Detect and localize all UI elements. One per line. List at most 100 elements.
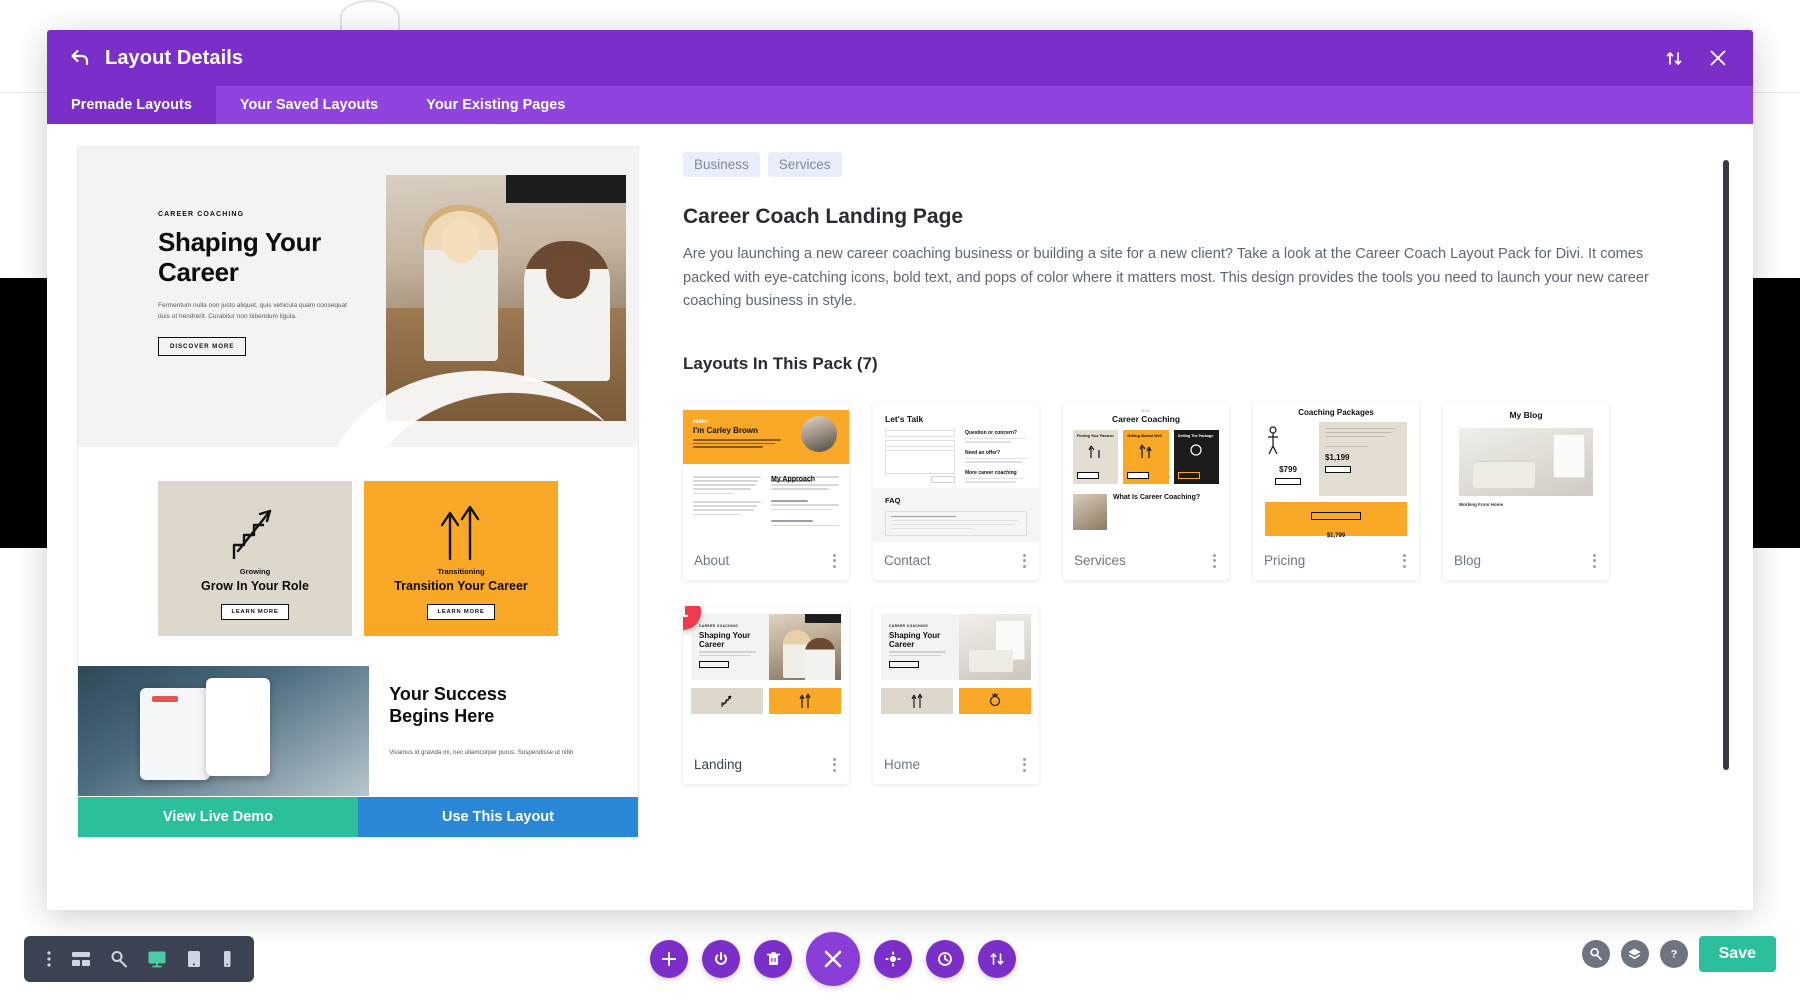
preview-hero-heading-line1: Shaping Your: [158, 227, 321, 257]
preview-hero-text: CAREER COACHING Shaping Your Career Ferm…: [158, 211, 368, 356]
tablet-icon[interactable]: [186, 950, 202, 968]
close-icon[interactable]: [806, 932, 860, 986]
layout-card-blog[interactable]: My Blog Working From Home Blog: [1443, 402, 1609, 580]
layout-thumbnail-services: Divi Career Coaching Finding Your Passio…: [1063, 402, 1229, 542]
layout-card-pricing[interactable]: Coaching Packages $799 $1,199: [1253, 402, 1419, 580]
thumb-services-sub: What Is Career Coaching?: [1113, 494, 1200, 530]
two-arrows-icon: [432, 501, 490, 563]
modal-scrollbar[interactable]: [1723, 160, 1729, 874]
kebab-menu-icon[interactable]: [1021, 754, 1028, 776]
kebab-menu-icon[interactable]: [831, 754, 838, 776]
layout-card-landing[interactable]: 1 CAREER COACHING Shaping Your Career: [683, 606, 849, 784]
modal-tabs: Premade Layouts Your Saved Layouts Your …: [47, 86, 1753, 124]
preview-hero-section: CAREER COACHING Shaping Your Career Ferm…: [78, 147, 638, 447]
preview-card-transitioning-button: LEARN MORE: [427, 604, 496, 620]
screen-root: Layout Details Premade Layouts Your Save…: [0, 0, 1800, 1002]
layout-preview-frame: CAREER COACHING Shaping Your Career Ferm…: [77, 146, 639, 838]
page-circle-decoration: [340, 0, 400, 34]
layout-thumbnail-home: CAREER COACHING Shaping Your Career: [873, 606, 1039, 746]
modal-scrollbar-thumb[interactable]: [1723, 160, 1729, 770]
kebab-menu-icon[interactable]: [1211, 550, 1218, 572]
category-tag-services[interactable]: Services: [768, 152, 842, 177]
search-icon[interactable]: [1582, 940, 1610, 968]
preview-bottom-heading: Your Success Begins Here: [389, 684, 620, 727]
layout-card-footer: Contact: [873, 542, 1039, 580]
back-arrow-icon[interactable]: [69, 47, 91, 69]
preview-bottom-section: Your Success Begins Here Vivamus id grav…: [78, 666, 638, 796]
layout-thumbnail-about: Hello! I'm Carley Brown My Approach: [683, 402, 849, 542]
layout-card-name-pricing: Pricing: [1264, 553, 1305, 568]
tab-premade-layouts[interactable]: Premade Layouts: [47, 86, 216, 124]
modal-body: CAREER COACHING Shaping Your Career Ferm…: [47, 124, 1753, 910]
layout-thumbnail-pricing: Coaching Packages $799 $1,199: [1253, 402, 1419, 542]
thumb-blog-heading: My Blog: [1443, 410, 1609, 420]
layout-card-name-contact: Contact: [884, 553, 931, 568]
preview-bottom-heading-line1: Your Success: [389, 684, 507, 704]
layout-thumbnail-landing: CAREER COACHING Shaping Your Career: [683, 606, 849, 746]
layout-preview-column: CAREER COACHING Shaping Your Career Ferm…: [77, 142, 639, 892]
layout-card-about[interactable]: Hello! I'm Carley Brown My Approach: [683, 402, 849, 580]
wireframe-icon[interactable]: [71, 950, 91, 968]
preview-card-transitioning-sub: Transitioning: [437, 567, 484, 576]
sort-icon[interactable]: [1661, 45, 1687, 71]
use-this-layout-button[interactable]: Use This Layout: [358, 797, 638, 837]
layout-thumbnail-contact: Let's Talk Question or concern? Need an …: [873, 402, 1039, 542]
desktop-icon[interactable]: [147, 950, 167, 968]
modal-header: Layout Details: [47, 30, 1753, 86]
layout-pack-title: Career Coach Landing Page: [683, 205, 1701, 229]
preview-card-transitioning: Transitioning Transition Your Career LEA…: [364, 481, 558, 636]
layout-card-footer: About: [683, 542, 849, 580]
add-icon[interactable]: [650, 940, 688, 978]
thumb-services-heading: Career Coaching: [1063, 414, 1229, 424]
layout-card-footer: Landing: [683, 746, 849, 784]
category-tags: Business Services: [683, 152, 1701, 177]
preview-hero-image: [386, 175, 626, 421]
thumb-contact-faq: FAQ: [885, 496, 1027, 505]
layout-card-footer: Blog: [1443, 542, 1609, 580]
preview-card-transitioning-title: Transition Your Career: [394, 579, 528, 593]
layout-card-name-blog: Blog: [1454, 553, 1481, 568]
layout-card-footer: Pricing: [1253, 542, 1419, 580]
help-icon[interactable]: ?: [1660, 940, 1688, 968]
layout-card-home[interactable]: CAREER COACHING Shaping Your Career: [873, 606, 1039, 784]
layout-thumbnail-blog: My Blog Working From Home: [1443, 402, 1609, 542]
tab-your-existing-pages[interactable]: Your Existing Pages: [402, 86, 589, 124]
kebab-menu-icon[interactable]: [1021, 550, 1028, 572]
layouts-in-pack-heading: Layouts In This Pack (7): [683, 354, 1701, 374]
save-button[interactable]: Save: [1699, 936, 1776, 972]
preview-hero-paragraph: Fermentum nulla non justo aliquet, quis …: [158, 300, 348, 323]
zoom-icon[interactable]: [110, 950, 128, 968]
builder-right-toolbar: ? Save: [1582, 936, 1776, 972]
layout-card-contact[interactable]: Let's Talk Question or concern? Need an …: [873, 402, 1039, 580]
power-icon[interactable]: [702, 940, 740, 978]
sort-icon[interactable]: [978, 940, 1016, 978]
kebab-menu-icon[interactable]: [46, 950, 52, 968]
history-icon[interactable]: [926, 940, 964, 978]
thumb-contact-heading: Let's Talk: [885, 414, 923, 424]
thumb-home-heading: Shaping Your Career: [889, 631, 951, 649]
preview-hero-heading: Shaping Your Career: [158, 228, 368, 288]
category-tag-business[interactable]: Business: [683, 152, 760, 177]
thumb-pricing-heading: Coaching Packages: [1253, 408, 1419, 417]
layout-card-services[interactable]: Divi Career Coaching Finding Your Passio…: [1063, 402, 1229, 580]
modal-title: Layout Details: [105, 47, 243, 70]
preview-card-growing-button: LEARN MORE: [221, 604, 290, 620]
close-icon[interactable]: [1705, 45, 1731, 71]
preview-bottom-heading-line2: Begins Here: [389, 706, 494, 726]
builder-center-toolbar: [650, 932, 1016, 986]
kebab-menu-icon[interactable]: [1591, 550, 1598, 572]
layout-card-name-landing: Landing: [694, 757, 742, 772]
mobile-icon[interactable]: [221, 950, 233, 968]
trash-icon[interactable]: [754, 940, 792, 978]
kebab-menu-icon[interactable]: [1401, 550, 1408, 572]
gear-icon[interactable]: [874, 940, 912, 978]
layout-details-modal: Layout Details Premade Layouts Your Save…: [47, 30, 1753, 910]
layout-card-name-home: Home: [884, 757, 920, 772]
layout-card-footer: Home: [873, 746, 1039, 784]
kebab-menu-icon[interactable]: [831, 550, 838, 572]
tab-your-saved-layouts[interactable]: Your Saved Layouts: [216, 86, 402, 124]
thumb-pricing-price1: $799: [1265, 465, 1311, 474]
preview-hero-heading-line2: Career: [158, 257, 239, 287]
layers-icon[interactable]: [1621, 940, 1649, 968]
view-live-demo-button[interactable]: View Live Demo: [78, 797, 358, 837]
